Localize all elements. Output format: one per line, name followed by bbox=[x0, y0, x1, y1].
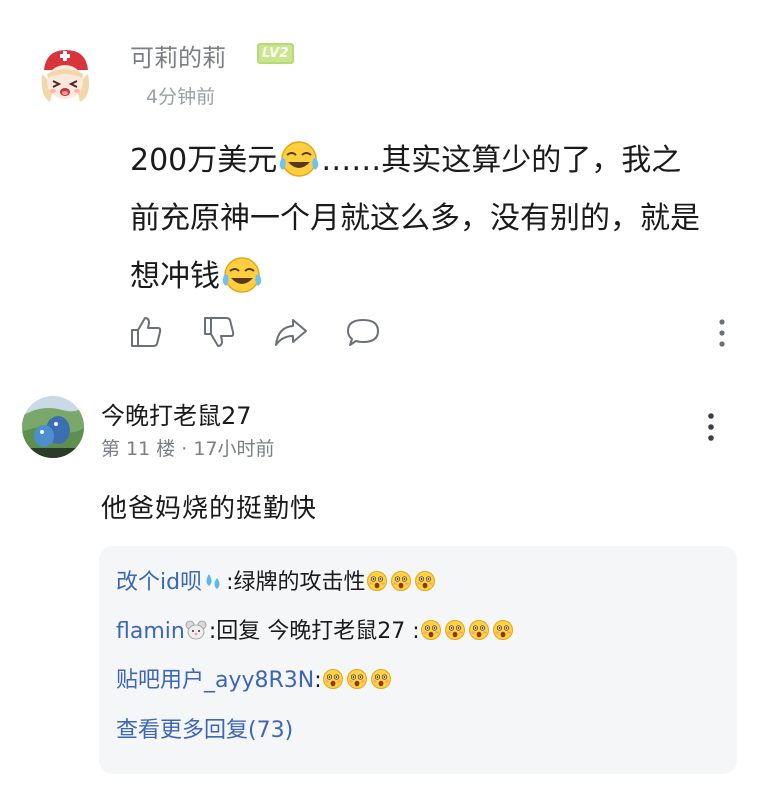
laugh-cry-emoji-icon bbox=[279, 141, 319, 177]
mouse-face-emoji-icon bbox=[185, 620, 207, 640]
reply-text: :回复 今晚打老鼠27 : bbox=[208, 619, 420, 644]
reply-item[interactable]: flamin :回复 今晚打老鼠27 : bbox=[116, 617, 516, 647]
reply-username[interactable]: 改个id呗 bbox=[116, 570, 202, 595]
username[interactable]: 可莉的莉 bbox=[130, 38, 226, 73]
reply-text: :绿牌的攻击性 bbox=[226, 570, 366, 595]
comment-text: 他爸妈烧的挺勤快 bbox=[101, 494, 318, 524]
more-icon[interactable] bbox=[701, 410, 721, 444]
comment-line-3: 想冲钱 bbox=[130, 248, 750, 306]
astonished-face-emoji-icon bbox=[468, 620, 489, 640]
reply-icon[interactable] bbox=[345, 314, 381, 350]
astonished-face-emoji-icon bbox=[346, 669, 367, 689]
like-icon[interactable] bbox=[128, 314, 164, 350]
username[interactable]: 今晚打老鼠27 bbox=[101, 396, 252, 431]
reply-emojis bbox=[322, 668, 394, 693]
timestamp: 4分钟前 bbox=[146, 86, 216, 108]
share-icon[interactable] bbox=[273, 314, 309, 350]
astonished-face-emoji-icon bbox=[322, 669, 343, 689]
reply-emojis bbox=[366, 570, 438, 595]
sweat-droplets-emoji-icon bbox=[206, 574, 220, 589]
avatar[interactable] bbox=[22, 396, 84, 458]
more-icon[interactable] bbox=[712, 316, 732, 350]
reply-username[interactable]: 贴吧用户_ayy8R3N bbox=[116, 668, 314, 693]
reply-emojis bbox=[420, 619, 516, 644]
astonished-face-emoji-icon bbox=[414, 571, 435, 591]
astonished-face-emoji-icon bbox=[370, 669, 391, 689]
astonished-face-emoji-icon bbox=[366, 571, 387, 591]
reply-item[interactable]: 贴吧用户_ayy8R3N: bbox=[116, 666, 394, 696]
astonished-face-emoji-icon bbox=[420, 620, 441, 640]
comment-text-part: 想冲钱 bbox=[130, 259, 220, 294]
reply-item[interactable]: 改个id呗 :绿牌的攻击性 bbox=[116, 568, 438, 598]
comment-text: 200万美元 ……其实这算少的了，我之 前充原神一个月就这么多，没有别的，就是 想… bbox=[130, 132, 750, 306]
astonished-face-emoji-icon bbox=[492, 620, 513, 640]
laugh-cry-emoji-icon bbox=[222, 257, 262, 293]
comment-text-part: ……其实这算少的了，我之 bbox=[321, 143, 682, 178]
view-more-replies-link[interactable]: 查看更多回复(73) bbox=[116, 716, 293, 746]
floor-and-time: 第 11 楼 · 17小时前 bbox=[101, 438, 275, 460]
comment-line-1: 200万美元 ……其实这算少的了，我之 bbox=[130, 132, 750, 190]
reply-username[interactable]: flamin bbox=[116, 619, 185, 644]
comment-line-2: 前充原神一个月就这么多，没有别的，就是 bbox=[130, 201, 700, 236]
comment-text-part: 200万美元 bbox=[130, 143, 278, 178]
dislike-icon[interactable] bbox=[201, 314, 237, 350]
astonished-face-emoji-icon bbox=[444, 620, 465, 640]
astonished-face-emoji-icon bbox=[390, 571, 411, 591]
avatar[interactable] bbox=[36, 46, 94, 106]
level-badge: LV2 bbox=[257, 43, 295, 64]
reply-text: : bbox=[314, 668, 322, 693]
